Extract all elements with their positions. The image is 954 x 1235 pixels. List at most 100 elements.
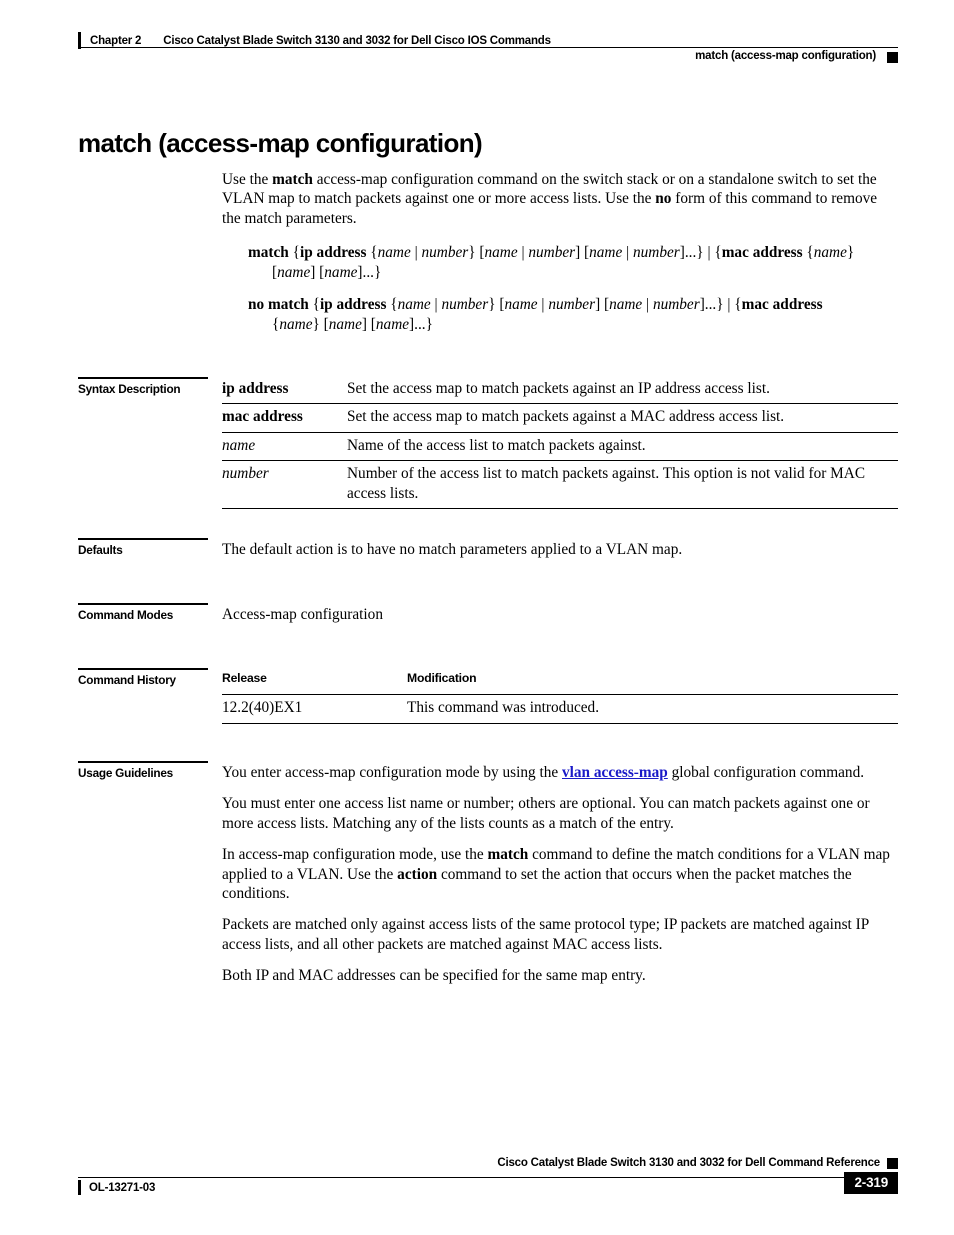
- usage-paragraph-5: Both IP and MAC addresses can be specifi…: [222, 967, 646, 985]
- syntax2-it1: name: [397, 296, 431, 313]
- usage-p3-bold-match: match: [487, 846, 529, 864]
- syntax1-t2: {: [366, 244, 378, 261]
- command-syntax-no-match: no match {ip address {name | number} [na…: [248, 295, 903, 335]
- syntax-term-text: name: [222, 436, 256, 454]
- syntax-desc: Set the access map to match packets agai…: [347, 376, 898, 405]
- section-label-defaults: Defaults: [78, 538, 213, 557]
- command-syntax-match: match {ip address {name | number} [name …: [248, 243, 903, 283]
- link-vlan-access-map[interactable]: vlan access-map: [562, 764, 668, 781]
- intro-bold-no: no: [655, 190, 672, 208]
- syntax2-keyword-ip-address: ip address: [319, 296, 387, 313]
- footer-square-marker-icon: [887, 1158, 898, 1169]
- usage-p3-bold-action: action: [397, 865, 438, 883]
- intro-paragraph: Use the match access-map configuration c…: [222, 170, 898, 228]
- page-title: match (access-map configuration): [78, 128, 483, 159]
- syntax2-it5: name: [609, 296, 643, 313]
- syntax-term: ip address: [222, 376, 347, 405]
- syntax1-it3: name: [484, 244, 518, 261]
- syntax1-it1: name: [377, 244, 411, 261]
- footer-left-bar: [78, 1180, 81, 1195]
- syntax1-t4: } [: [468, 244, 485, 261]
- command-history-table: Release Modification 12.2(40)EX1 This co…: [222, 666, 898, 724]
- syntax-term: name: [222, 432, 347, 462]
- syntax2-cont-t2: } [: [312, 316, 329, 333]
- syntax2-t4: } [: [488, 296, 505, 313]
- syntax1-it5: name: [589, 244, 623, 261]
- syntax-desc: Name of the access list to match packets…: [347, 432, 898, 462]
- syntax1-t9: {: [802, 244, 814, 261]
- command-modes-text: Access-map configuration: [222, 606, 383, 623]
- header-square-marker-icon: [887, 51, 898, 63]
- header-running-title-group: match (access-map configuration): [695, 50, 898, 63]
- footer-rule: [78, 1177, 898, 1178]
- section-label-command-modes: Command Modes: [78, 603, 213, 622]
- syntax1-continuation: [name] [name]...}: [248, 263, 903, 283]
- section-label-command-history: Command History: [78, 668, 213, 687]
- usage-guidelines-content: You enter access-map configuration mode …: [222, 763, 898, 986]
- defaults-content: The default action is to have no match p…: [222, 540, 898, 559]
- syntax1-it2: number: [421, 244, 469, 261]
- syntax1-it6: number: [632, 244, 680, 261]
- syntax1-t1: {: [288, 244, 300, 261]
- table-row: number Number of the access list to matc…: [222, 460, 898, 510]
- syntax-desc: Number of the access list to match packe…: [347, 460, 898, 510]
- document-page: Chapter 2 Cisco Catalyst Blade Switch 31…: [0, 0, 954, 1235]
- section-label-syntax-description: Syntax Description: [78, 377, 213, 396]
- syntax1-t6: ] [: [575, 244, 590, 261]
- syntax2-keyword-no-match: no match: [248, 296, 309, 313]
- syntax2-cont-t3: ] [: [361, 316, 376, 333]
- syntax1-cont-it2: name: [324, 264, 358, 281]
- syntax1-keyword-ip-address: ip address: [299, 244, 367, 261]
- usage-paragraph-2: You must enter one access list name or n…: [222, 795, 870, 832]
- syntax2-it2: number: [441, 296, 489, 313]
- syntax1-t8: ]...} | {: [679, 244, 722, 261]
- syntax1-keyword-match: match: [248, 244, 289, 261]
- syntax2-t8: ]...} | {: [699, 296, 742, 313]
- syntax2-it4: number: [548, 296, 596, 313]
- usage-paragraph-3: In access-map configuration mode, use th…: [222, 845, 898, 903]
- syntax-term: mac address: [222, 403, 347, 433]
- footer-document-title: Cisco Catalyst Blade Switch 3130 and 303…: [497, 1157, 880, 1169]
- syntax-term-text: ip address: [222, 380, 289, 397]
- defaults-text: The default action is to have no match p…: [222, 541, 683, 558]
- table-row: mac address Set the access map to match …: [222, 403, 898, 433]
- syntax1-t7: |: [622, 244, 633, 261]
- footer-left-group: OL-13271-03: [78, 1180, 155, 1195]
- syntax1-cont-it1: name: [277, 264, 311, 281]
- syntax2-keyword-mac-address: mac address: [741, 296, 823, 313]
- syntax1-t3: |: [410, 244, 422, 261]
- syntax-desc: Set the access map to match packets agai…: [347, 403, 898, 433]
- header-chapter-title: Cisco Catalyst Blade Switch 3130 and 303…: [163, 34, 551, 47]
- table-row: ip address Set the access map to match p…: [222, 376, 898, 405]
- command-modes-content: Access-map configuration: [222, 605, 898, 624]
- usage-paragraph-1: You enter access-map configuration mode …: [222, 763, 898, 782]
- syntax1-it4: number: [528, 244, 576, 261]
- syntax2-it6: number: [652, 296, 700, 313]
- syntax2-cont-it1: name: [279, 316, 313, 333]
- usage-p1-text-a: You enter access-map configuration mode …: [222, 764, 562, 781]
- usage-paragraph-4: Packets are matched only against access …: [222, 916, 869, 953]
- syntax1-cont-t3: ]...}: [357, 264, 382, 281]
- footer-page-number: 2-319: [844, 1172, 898, 1194]
- syntax2-t3: |: [430, 296, 442, 313]
- command-intro: Use the match access-map configuration c…: [222, 170, 898, 228]
- modification-value: This command was introduced.: [407, 694, 898, 724]
- syntax2-cont-it2: name: [328, 316, 362, 333]
- header-running-title: match (access-map configuration): [695, 50, 876, 62]
- syntax-description-table: ip address Set the access map to match p…: [222, 376, 898, 510]
- table-header-row: Release Modification: [222, 666, 898, 696]
- release-value: 12.2(40)EX1: [222, 694, 407, 724]
- syntax2-t6: ] [: [595, 296, 610, 313]
- header-rule: [78, 47, 898, 48]
- header-chapter-label: Chapter 2: [90, 34, 142, 47]
- syntax1-t10: }: [846, 244, 855, 261]
- column-header-release: Release: [222, 666, 407, 696]
- syntax1-cont-t2: ] [: [310, 264, 325, 281]
- intro-bold-match: match: [272, 171, 313, 188]
- syntax2-t5: |: [537, 296, 549, 313]
- table-row: 12.2(40)EX1 This command was introduced.: [222, 694, 898, 724]
- syntax2-t1: {: [308, 296, 320, 313]
- usage-p3-text-a: In access-map configuration mode, use th…: [222, 846, 488, 864]
- section-label-usage-guidelines: Usage Guidelines: [78, 761, 213, 780]
- syntax1-t5: |: [517, 244, 529, 261]
